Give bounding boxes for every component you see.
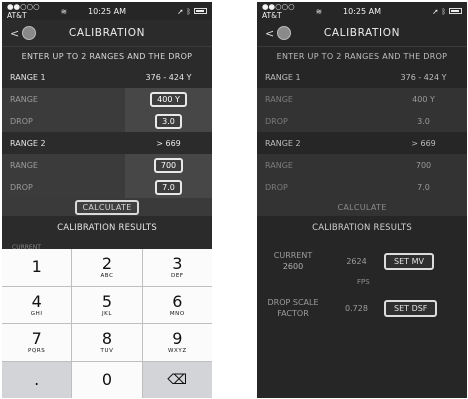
key-8[interactable]: 8 TUV [72, 324, 142, 361]
range1-drop-row: DROP 3.0 [2, 110, 212, 132]
brand-logo-icon [22, 26, 37, 40]
range2-drop-value[interactable]: 7.0 [380, 183, 467, 192]
calculate-row: CALCULATE [2, 198, 212, 216]
location-icon: ➚ [177, 6, 184, 16]
calculate-button[interactable]: CALCULATE [75, 199, 139, 215]
key-1[interactable]: 1 [2, 249, 72, 286]
bluetooth-icon: ᛒ [186, 6, 191, 16]
key-3[interactable]: 3 DEF [142, 249, 212, 286]
range2-range-input[interactable]: 700 [153, 157, 184, 173]
calculate-row: CALCULATE [257, 198, 467, 216]
range1-drop-row: DROP 3.0 [257, 110, 467, 132]
instruction-text: ENTER UP TO 2 RANGES AND THE DROP [276, 52, 448, 61]
range2-value: > 669 [156, 138, 181, 148]
back-chevron-icon: < [10, 26, 20, 40]
range2-value: > 669 [411, 138, 436, 148]
back-button[interactable]: < [265, 26, 292, 40]
status-bar: ●●○○○ AT&T ≋ 10:25 AM ➚ ᛒ [257, 2, 467, 20]
drop-scale-label: DROP SCALE [267, 298, 319, 307]
bluetooth-icon: ᛒ [441, 6, 446, 16]
range2-row: RANGE 2 > 669 [2, 132, 212, 154]
key-6[interactable]: 6 MNO [142, 286, 212, 323]
range1-label: RANGE 1 [265, 72, 301, 82]
range1-drop-value[interactable]: 3.0 [380, 117, 467, 126]
range2-range-label: RANGE [10, 160, 38, 170]
key-0[interactable]: 0 [72, 361, 142, 398]
key-5[interactable]: 5 JKL [72, 286, 142, 323]
range1-row: RANGE 1 376 - 424 Y [257, 66, 467, 88]
range2-range-label: RANGE [265, 160, 293, 170]
range1-drop-label: DROP [265, 116, 288, 126]
range1-drop-label: DROP [10, 116, 33, 126]
key-4[interactable]: 4 GHI [2, 286, 72, 323]
set-dsf-button[interactable]: SET DSF [384, 299, 438, 317]
title-bar: < CALIBRATION [257, 20, 467, 47]
phone-screen-input: ●●○○○ AT&T ≋ 10:25 AM ➚ ᛒ < CALIBRATION … [2, 2, 212, 398]
range2-drop-row: DROP 7.0 [257, 176, 467, 198]
wifi-icon: ≋ [315, 6, 322, 16]
range1-range-input[interactable]: 400 Y [150, 91, 187, 107]
range1-value: 376 - 424 Y [400, 72, 447, 82]
drop-scale-label-2: FACTOR [277, 309, 309, 318]
key-decimal[interactable]: . [2, 361, 72, 398]
numeric-keypad: 1 2 ABC 3 DEF 4 GHI 5 JKL 6 MNO 7 PQRS 8 TUV 9W… [2, 249, 212, 398]
results-title: CALIBRATION RESULTS [257, 216, 467, 240]
range1-row: RANGE 1 376 - 424 Y [2, 66, 212, 88]
instruction-text: ENTER UP TO 2 RANGES AND THE DROP [21, 52, 193, 61]
range2-row: RANGE 2 > 669 [257, 132, 467, 154]
status-time: 10:25 AM [343, 6, 381, 16]
range2-label: RANGE 2 [10, 138, 46, 148]
back-chevron-icon: < [265, 26, 275, 40]
range2-range-row: RANGE 700 [2, 154, 212, 176]
key-backspace[interactable]: ⌫ [142, 361, 212, 398]
status-bar: ●●○○○ AT&T ≋ 10:25 AM ➚ ᛒ [2, 2, 212, 20]
range1-range-label: RANGE [265, 94, 293, 104]
range1-range-row: RANGE 400 Y [257, 88, 467, 110]
range1-label: RANGE 1 [10, 72, 46, 82]
range2-label: RANGE 2 [265, 138, 301, 148]
calculate-button[interactable]: CALCULATE [337, 203, 386, 212]
brand-logo-icon [277, 26, 292, 40]
current-velocity-row: CURRENT 2600 2624 SET MV [257, 250, 467, 272]
range1-range-value[interactable]: 400 Y [380, 95, 467, 104]
range1-drop-input[interactable]: 3.0 [155, 113, 182, 129]
range1-value: 376 - 424 Y [145, 72, 192, 82]
battery-icon [448, 8, 462, 14]
current-setting-value: 2600 [282, 262, 304, 271]
fps-unit-label: FPS [357, 278, 370, 286]
key-9[interactable]: 9 WXYZ [142, 324, 212, 361]
title-bar: < CALIBRATION [2, 20, 212, 47]
range2-drop-label: DROP [265, 182, 288, 192]
status-time: 10:25 AM [88, 6, 126, 16]
range1-range-row: RANGE 400 Y [2, 88, 212, 110]
carrier-label: ●●○○○ AT&T [7, 2, 40, 20]
backspace-icon: ⌫ [167, 371, 188, 388]
battery-icon [193, 8, 207, 14]
current-label: CURRENT [273, 251, 313, 260]
key-7[interactable]: 7 PQRS [2, 324, 72, 361]
key-2[interactable]: 2 ABC [72, 249, 142, 286]
calculated-velocity-value: 2624 [346, 256, 367, 266]
results-title: CALIBRATION RESULTS [2, 216, 212, 240]
back-button[interactable]: < [10, 26, 37, 40]
range2-drop-row: DROP 7.0 [2, 176, 212, 198]
drop-scale-row: DROP SCALE FACTOR 0.728 SET DSF [257, 297, 467, 319]
phone-screen-results: ●●○○○ AT&T ≋ 10:25 AM ➚ ᛒ < CALIBRATION … [257, 2, 467, 398]
range2-range-value[interactable]: 700 [380, 161, 467, 170]
carrier-label: ●●○○○ AT&T [262, 2, 295, 20]
drop-scale-factor-value: 0.728 [345, 303, 368, 313]
range1-range-label: RANGE [10, 94, 38, 104]
range2-range-row: RANGE 700 [257, 154, 467, 176]
range2-drop-label: DROP [10, 182, 33, 192]
set-mv-button[interactable]: SET MV [384, 252, 434, 270]
wifi-icon: ≋ [60, 6, 67, 16]
location-icon: ➚ [432, 6, 439, 16]
range2-drop-input[interactable]: 7.0 [155, 179, 182, 195]
